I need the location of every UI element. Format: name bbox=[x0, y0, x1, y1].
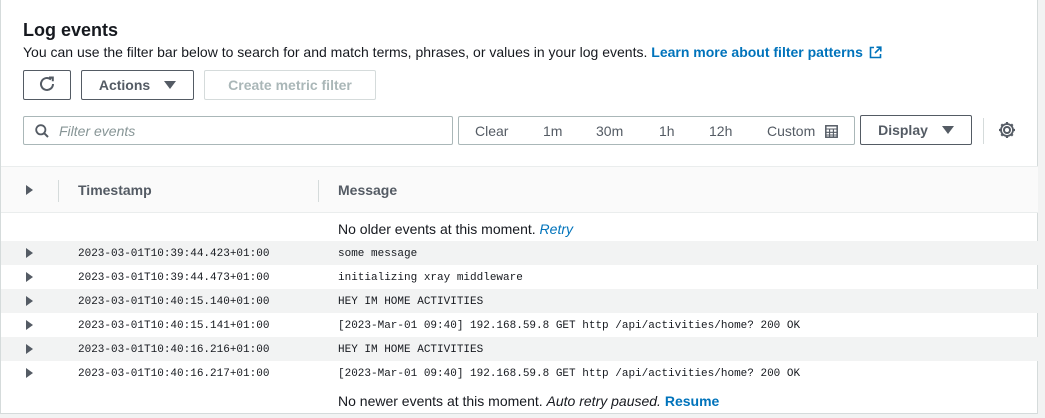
table-row[interactable]: 2023-03-01T10:39:44.423+01:00 some messag… bbox=[1, 241, 1038, 265]
learn-more-link[interactable]: Learn more about filter patterns bbox=[651, 44, 882, 60]
expand-all-icon[interactable] bbox=[26, 185, 33, 195]
table-header: Timestamp Message bbox=[1, 166, 1038, 213]
row-timestamp: 2023-03-01T10:40:16.217+01:00 bbox=[78, 368, 270, 380]
expand-row-icon[interactable] bbox=[26, 320, 33, 330]
newer-events-text: No newer events at this moment. bbox=[338, 393, 543, 409]
expand-row-icon[interactable] bbox=[26, 368, 33, 378]
row-message: [2023-Mar-01 09:40] 192.168.59.8 GET htt… bbox=[338, 320, 801, 332]
range-1m[interactable]: 1m bbox=[543, 123, 562, 139]
older-events-text-wrap: No older events at this moment. Retry bbox=[338, 221, 573, 237]
custom-range-button[interactable]: Custom bbox=[767, 123, 839, 141]
row-timestamp: 2023-03-01T10:39:44.423+01:00 bbox=[78, 248, 270, 260]
panel-header: Log events You can use the filter bar be… bbox=[23, 20, 1017, 63]
column-message[interactable]: Message bbox=[338, 182, 397, 198]
table-row[interactable]: 2023-03-01T10:40:15.140+01:00 HEY IM HOME… bbox=[1, 289, 1038, 313]
time-range-selector: Clear 1m 30m 1h 12h Custom bbox=[458, 116, 855, 145]
page-title: Log events bbox=[23, 20, 119, 40]
refresh-button[interactable] bbox=[23, 70, 71, 100]
column-timestamp[interactable]: Timestamp bbox=[78, 182, 152, 198]
column-divider bbox=[318, 180, 319, 202]
external-link-icon bbox=[869, 45, 882, 63]
row-timestamp: 2023-03-01T10:40:16.216+01:00 bbox=[78, 344, 270, 356]
auto-retry-text: Auto retry paused. bbox=[546, 393, 661, 409]
log-events-panel: Log events You can use the filter bar be… bbox=[0, 0, 1038, 414]
range-30m[interactable]: 30m bbox=[596, 123, 623, 139]
actions-label: Actions bbox=[98, 77, 151, 93]
table-row[interactable]: 2023-03-01T10:40:15.141+01:00 [2023-Mar-0… bbox=[1, 313, 1038, 337]
range-1h[interactable]: 1h bbox=[659, 123, 675, 139]
refresh-icon bbox=[38, 75, 56, 96]
older-events-text: No older events at this moment. bbox=[338, 221, 536, 237]
create-metric-filter-button[interactable]: Create metric filter bbox=[204, 70, 376, 100]
settings-gear-icon[interactable] bbox=[997, 120, 1017, 145]
clear-button[interactable]: Clear bbox=[475, 123, 508, 139]
page-description: You can use the filter bar below to sear… bbox=[23, 43, 1017, 63]
table-row[interactable]: 2023-03-01T10:39:44.473+01:00 initializin… bbox=[1, 265, 1038, 289]
table-row[interactable]: 2023-03-01T10:40:16.216+01:00 HEY IM HOME… bbox=[1, 337, 1038, 361]
caret-down-icon bbox=[941, 126, 954, 134]
display-label: Display bbox=[878, 122, 928, 138]
row-message: HEY IM HOME ACTIVITIES bbox=[338, 344, 484, 356]
row-message: HEY IM HOME ACTIVITIES bbox=[338, 296, 484, 308]
expand-row-icon[interactable] bbox=[26, 272, 33, 282]
row-message: initializing xray middleware bbox=[338, 272, 523, 284]
create-metric-filter-label: Create metric filter bbox=[228, 77, 352, 93]
retry-link[interactable]: Retry bbox=[540, 221, 573, 237]
older-events-status: No older events at this moment. Retry bbox=[1, 214, 1038, 242]
row-message: [2023-Mar-01 09:40] 192.168.59.8 GET htt… bbox=[338, 368, 801, 380]
learn-more-label: Learn more about filter patterns bbox=[651, 44, 863, 60]
filter-events-input[interactable] bbox=[59, 122, 439, 139]
caret-down-icon bbox=[164, 81, 177, 89]
search-icon bbox=[35, 123, 49, 138]
column-divider bbox=[58, 180, 59, 202]
row-timestamp: 2023-03-01T10:40:15.140+01:00 bbox=[78, 296, 270, 308]
filter-search bbox=[23, 116, 453, 145]
description-text: You can use the filter bar below to sear… bbox=[23, 44, 648, 60]
display-button[interactable]: Display bbox=[860, 115, 972, 145]
resume-link[interactable]: Resume bbox=[665, 393, 719, 409]
row-message: some message bbox=[338, 248, 418, 260]
calendar-icon bbox=[825, 125, 839, 141]
expand-row-icon[interactable] bbox=[26, 344, 33, 354]
row-timestamp: 2023-03-01T10:40:15.141+01:00 bbox=[78, 320, 270, 332]
toolbar-divider bbox=[983, 118, 984, 144]
range-12h[interactable]: 12h bbox=[709, 123, 732, 139]
newer-events-text-wrap: No newer events at this moment. Auto ret… bbox=[338, 393, 719, 409]
table-row[interactable]: 2023-03-01T10:40:16.217+01:00 [2023-Mar-0… bbox=[1, 361, 1038, 385]
custom-range-label: Custom bbox=[767, 123, 816, 139]
expand-row-icon[interactable] bbox=[26, 248, 33, 258]
newer-events-status: No newer events at this moment. Auto ret… bbox=[1, 386, 1038, 414]
actions-button[interactable]: Actions bbox=[81, 70, 194, 100]
expand-row-icon[interactable] bbox=[26, 296, 33, 306]
row-timestamp: 2023-03-01T10:39:44.473+01:00 bbox=[78, 272, 270, 284]
